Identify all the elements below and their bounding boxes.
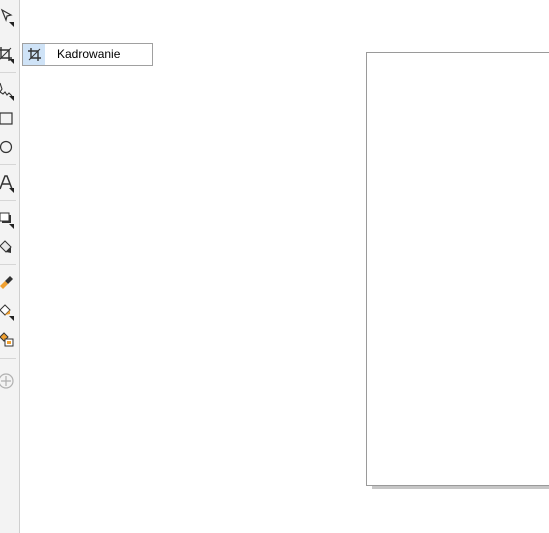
shape-edit-icon [0,8,14,27]
toolbox-separator [0,200,16,201]
shape-tool[interactable] [0,6,16,28]
smart-fill-icon [0,332,14,347]
text-tool[interactable] [0,172,16,194]
toolbox-separator [0,264,16,265]
tooltip-label: Kadrowanie [57,47,121,61]
crop-icon [23,44,45,65]
toolbox-separator [0,72,16,73]
toolbox [0,0,20,533]
toolbox-separator [0,164,16,165]
add-tool[interactable] [0,370,16,392]
transparency-icon [0,240,12,253]
rectangle-icon [0,112,13,125]
rectangle-tool[interactable] [0,108,16,130]
crop-icon [0,47,14,64]
text-icon [0,175,14,193]
drop-shadow-tool[interactable] [0,208,16,230]
eyedropper-icon [0,276,13,289]
ellipse-icon [0,140,13,154]
crop-tool[interactable] [0,43,16,65]
fill-bucket-icon [0,304,14,321]
transparency-tool[interactable] [0,236,16,258]
document-page[interactable] [366,52,549,486]
crop-tooltip: Kadrowanie [22,43,153,66]
plus-circle-icon [0,373,14,389]
toolbox-separator [0,358,16,359]
freehand-icon [0,82,14,101]
smart-fill-tool[interactable] [0,328,16,350]
interactive-fill-tool[interactable] [0,300,16,322]
drop-shadow-icon [0,212,14,229]
freehand-tool[interactable] [0,80,16,102]
color-eyedropper-tool[interactable] [0,272,16,294]
ellipse-tool[interactable] [0,136,16,158]
